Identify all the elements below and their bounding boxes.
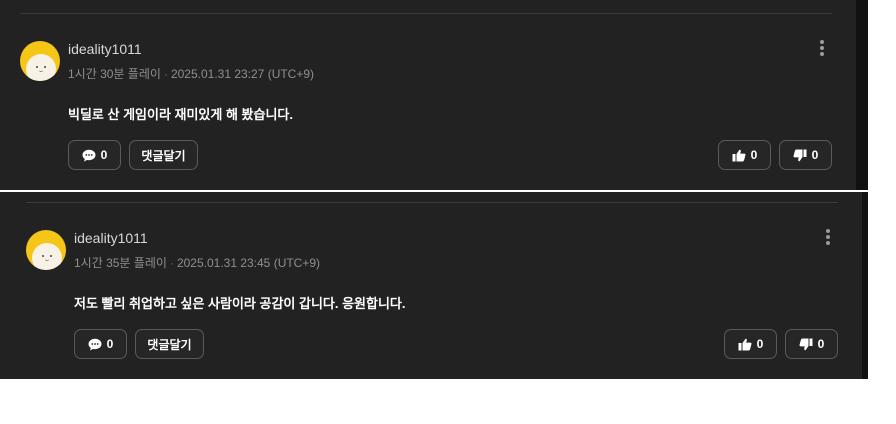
timestamp: 2025.01.31 23:45 (UTC+9) — [176, 256, 321, 270]
comment-card: ideality1011 1시간 30분 플레이 · 2025.01.31 23:2… — [0, 0, 868, 190]
divider — [20, 13, 832, 14]
comment-text: 저도 빨리 취업하고 싶은 사람이라 공감이 갑니다. 응원합니다. — [74, 296, 406, 311]
reply-count: 0 — [106, 337, 114, 351]
timestamp: 2025.01.31 23:27 (UTC+9) — [170, 67, 315, 81]
reply-count-button[interactable]: 0 — [74, 329, 127, 359]
chat-bubble-icon — [82, 149, 96, 161]
like-count: 0 — [750, 148, 758, 162]
playtime: 1시간 30분 플레이 — [68, 67, 161, 81]
dislike-count: 0 — [817, 337, 825, 351]
more-vertical-icon[interactable] — [823, 229, 833, 247]
thumbs-down-icon — [799, 338, 813, 350]
panel-edge — [856, 0, 868, 190]
chat-bubble-icon — [88, 338, 102, 350]
reply-count: 0 — [100, 148, 108, 162]
thumbs-down-icon — [793, 149, 807, 161]
comment-meta: 1시간 35분 플레이 · 2025.01.31 23:45 (UTC+9) — [74, 254, 320, 271]
thumbs-up-icon — [738, 338, 752, 350]
playtime: 1시간 35분 플레이 — [74, 256, 167, 270]
meta-separator: · — [169, 256, 174, 270]
reply-count-button[interactable]: 0 — [68, 140, 121, 170]
avatar[interactable] — [20, 41, 60, 81]
comment-text: 빅딜로 산 게임이라 재미있게 해 봤습니다. — [68, 107, 293, 122]
meta-separator: · — [163, 67, 168, 81]
dislike-button[interactable]: 0 — [785, 329, 838, 359]
comment-username[interactable]: ideality1011 — [74, 230, 148, 246]
comment-username[interactable]: ideality1011 — [68, 41, 142, 57]
more-vertical-icon[interactable] — [817, 40, 827, 58]
dislike-button[interactable]: 0 — [779, 140, 832, 170]
dislike-count: 0 — [811, 148, 819, 162]
divider — [26, 202, 838, 203]
like-count: 0 — [756, 337, 764, 351]
thumbs-up-icon — [732, 149, 746, 161]
like-button[interactable]: 0 — [724, 329, 777, 359]
comment-meta: 1시간 30분 플레이 · 2025.01.31 23:27 (UTC+9) — [68, 65, 314, 82]
write-reply-button[interactable]: 댓글달기 — [135, 329, 204, 359]
comment-card: ideality1011 1시간 35분 플레이 · 2025.01.31 23:4… — [0, 192, 868, 379]
panel-edge — [862, 192, 868, 379]
like-button[interactable]: 0 — [718, 140, 771, 170]
avatar[interactable] — [26, 230, 66, 270]
write-reply-button[interactable]: 댓글달기 — [129, 140, 198, 170]
